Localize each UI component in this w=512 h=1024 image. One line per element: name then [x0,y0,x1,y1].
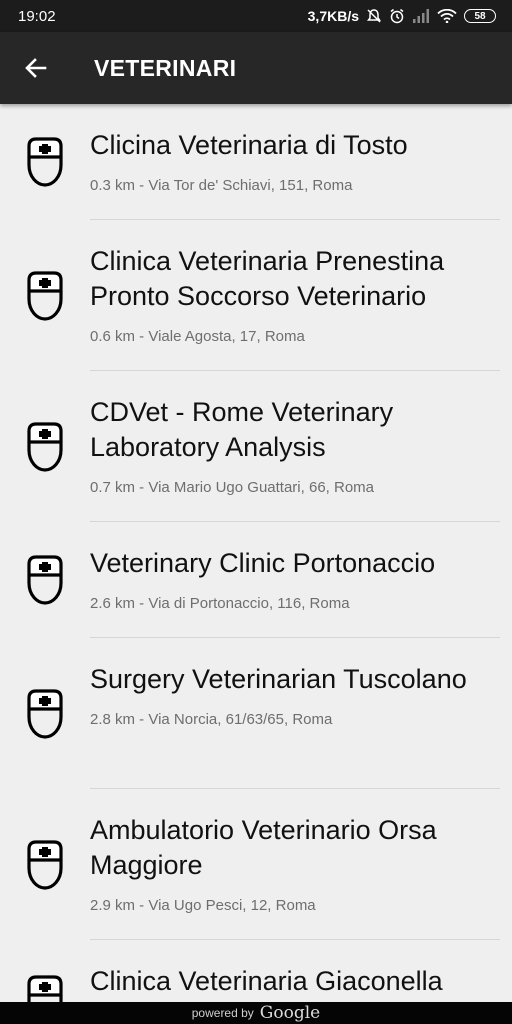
list-item-detail: 2.8 km - Via Norcia, 61/63/65, Roma [90,711,333,728]
list-item-name: Surgery Veterinarian Tuscolano [90,664,467,694]
battery-level: 58 [474,10,486,22]
list-item-detail: 2.6 km - Via di Portonaccio, 116, Roma [90,595,350,612]
status-time: 19:02 [18,7,56,25]
vet-nurse-icon [27,688,63,739]
arrow-left-icon [25,58,47,78]
list-item-name: Veterinary Clinic Portonaccio [90,548,436,578]
list-item-detail: 0.6 km - Viale Agosta, 17, Roma [90,328,305,345]
alarm-icon [390,8,404,24]
back-button[interactable] [0,32,72,104]
list-item-name: CDVet - Rome Veterinary Laboratory Analy… [90,397,394,462]
vet-nurse-icon [27,839,63,890]
vet-nurse-icon [27,421,63,472]
list-item[interactable]: Surgery Veterinarian Tuscolano 2.8 km - … [0,638,512,789]
list-item-detail: 0.3 km - Via Tor de' Schiavi, 151, Roma [90,177,353,194]
status-bar: 19:02 3,7KB/s 58 [0,0,512,32]
network-speed: 3,7KB/s [307,8,359,24]
bell-off-icon [367,9,381,23]
signal-icon [413,9,429,23]
vet-nurse-icon [27,975,63,1002]
wifi-icon [437,9,457,23]
attribution-footer: powered by Google [0,1002,512,1024]
powered-by-text: powered by [191,1006,254,1020]
vet-nurse-icon [27,137,63,187]
list-item[interactable]: Clicina Veterinaria di Tosto 0.3 km - Vi… [0,104,512,220]
list-item[interactable]: Ambulatorio Veterinario Orsa Maggiore 2.… [0,789,512,940]
list-item-name: Clinica Veterinaria Prenestina Pronto So… [90,246,445,311]
app-bar: VETERINARI [0,32,512,104]
list-item[interactable]: Clinica Veterinaria Giaconella [0,940,512,1002]
vet-list: Clicina Veterinaria di Tosto 0.3 km - Vi… [0,104,512,1002]
page-title: VETERINARI [94,54,237,81]
vet-nurse-icon [27,555,63,605]
google-logo: Google [259,1003,321,1023]
list-item[interactable]: Veterinary Clinic Portonaccio 2.6 km - V… [0,522,512,638]
list-item-detail: 0.7 km - Via Mario Ugo Guattari, 66, Rom… [90,479,375,496]
list-item[interactable]: Clinica Veterinaria Prenestina Pronto So… [0,220,512,371]
battery-indicator: 58 [464,9,496,23]
list-item[interactable]: CDVet - Rome Veterinary Laboratory Analy… [0,371,512,522]
status-icons: 3,7KB/s 58 [308,8,496,24]
list-item-name: Clicina Veterinaria di Tosto [90,130,408,160]
list-item-name: Clinica Veterinaria Giaconella [90,966,443,996]
vet-nurse-icon [27,270,63,321]
list-item-detail: 2.9 km - Via Ugo Pesci, 12, Roma [90,897,316,914]
list-item-name: Ambulatorio Veterinario Orsa Maggiore [90,815,437,880]
